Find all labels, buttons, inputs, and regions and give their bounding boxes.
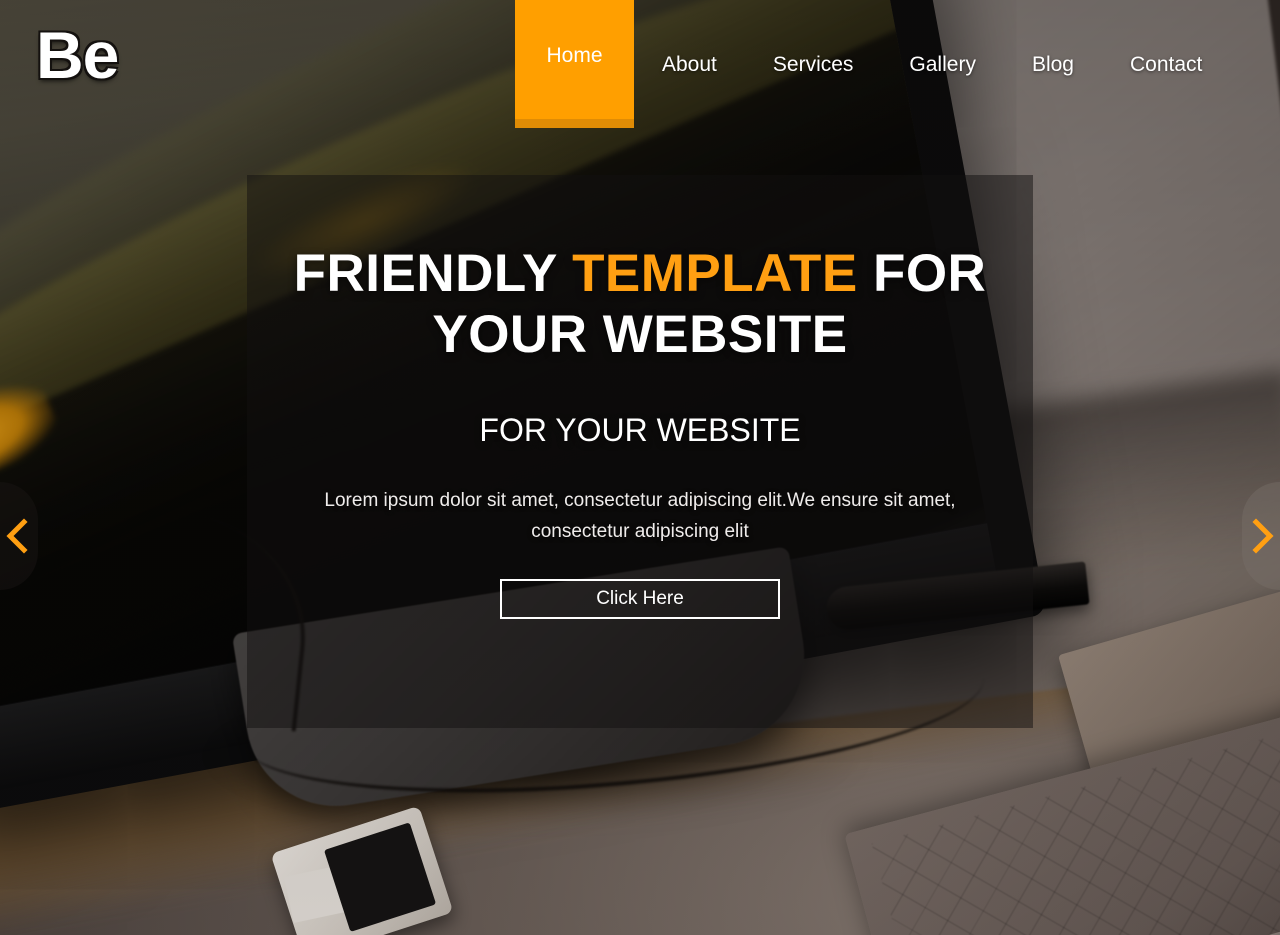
hero-heading: FRIENDLY TEMPLATE FOR YOUR WEBSITE xyxy=(290,243,990,366)
site-logo[interactable]: Be xyxy=(36,22,119,88)
hero-subheading: FOR YOUR WEBSITE xyxy=(479,411,801,448)
hero-paragraph: Lorem ipsum dolor sit amet, consectetur … xyxy=(324,489,956,542)
hero-heading-accent: TEMPLATE xyxy=(572,244,858,303)
nav-item-blog[interactable]: Blog xyxy=(1004,0,1102,128)
chevron-right-icon xyxy=(1252,518,1274,554)
chevron-left-icon xyxy=(6,518,28,554)
nav-item-services[interactable]: Services xyxy=(745,0,882,128)
nav-item-home[interactable]: Home xyxy=(515,0,634,128)
main-navigation: Home About Services Gallery Blog Contact xyxy=(515,0,1230,128)
site-header: Be Home About Services Gallery Blog Cont… xyxy=(0,0,1280,128)
nav-item-contact[interactable]: Contact xyxy=(1102,0,1230,128)
hero-heading-part1: FRIENDLY xyxy=(293,244,573,303)
nav-item-about[interactable]: About xyxy=(634,0,745,128)
nav-item-gallery[interactable]: Gallery xyxy=(881,0,1004,128)
click-here-button[interactable]: Click Here xyxy=(500,579,780,620)
hero-overlay-panel: FRIENDLY TEMPLATE FOR YOUR WEBSITE FOR Y… xyxy=(247,175,1033,728)
hero-slider-page: Be Home About Services Gallery Blog Cont… xyxy=(0,0,1280,935)
